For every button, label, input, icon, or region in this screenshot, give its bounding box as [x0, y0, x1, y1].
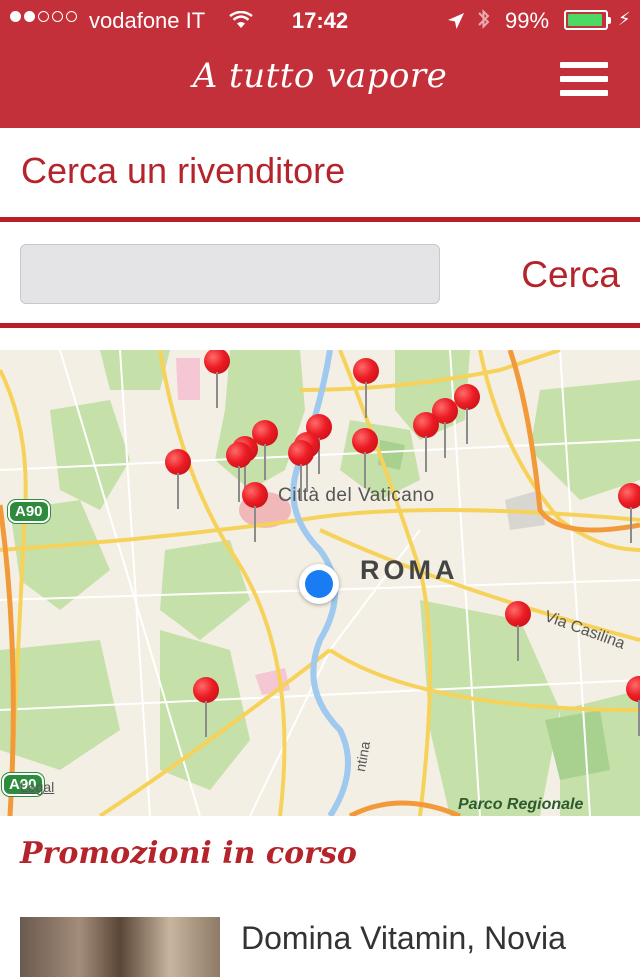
dealer-pin[interactable]	[193, 677, 219, 737]
dealer-pin[interactable]	[413, 412, 439, 472]
charging-bolt-icon: ⚡	[618, 9, 631, 29]
location-arrow-icon	[447, 10, 465, 36]
dealer-pin[interactable]	[626, 676, 640, 736]
hamburger-menu-icon[interactable]	[560, 62, 608, 100]
dealer-pin[interactable]	[165, 449, 191, 509]
map-label-roma: ROMA	[360, 555, 459, 585]
dealer-pin[interactable]	[505, 601, 531, 661]
promotions-title: Promozioni in corso	[20, 836, 357, 871]
battery-percent: 99%	[505, 8, 550, 33]
search-button[interactable]: Cerca	[470, 248, 620, 302]
dealer-pin[interactable]	[288, 440, 314, 500]
battery-icon	[564, 10, 611, 30]
bluetooth-icon	[476, 7, 492, 37]
search-input[interactable]	[20, 244, 440, 304]
road-shield-a90: A90	[8, 500, 50, 523]
map-legal-link[interactable]: Legal	[20, 779, 54, 795]
status-bar: vodafone IT 17:42 99% ⚡	[0, 0, 640, 40]
user-location-marker	[299, 564, 339, 604]
search-section-title: Cerca un rivenditore	[21, 150, 346, 191]
promotion-item-title[interactable]: Domina Vitamin, Novia	[241, 920, 566, 957]
promotion-thumbnail[interactable]	[20, 917, 220, 977]
dealer-pin[interactable]	[353, 358, 379, 418]
dealer-pin[interactable]	[352, 428, 378, 488]
dealer-pin[interactable]	[618, 483, 640, 543]
divider-bottom	[0, 323, 640, 328]
dealer-pin[interactable]	[242, 482, 268, 542]
app-header: vodafone IT 17:42 99% ⚡ A tutto vapore	[0, 0, 640, 128]
dealer-pin[interactable]	[204, 350, 230, 408]
map-label-parco-regionale: Parco Regionale	[458, 796, 584, 813]
divider-top	[0, 217, 640, 222]
app-title: A tutto vapore	[192, 56, 448, 96]
dealer-map[interactable]: Città del Vaticano ROMA Via Casilina Par…	[0, 350, 640, 816]
